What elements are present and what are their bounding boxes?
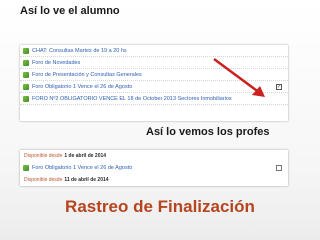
chat-icon: [23, 47, 29, 54]
teacher-view-caption: Así lo vemos los profes: [146, 126, 270, 138]
forum-icon: [23, 95, 29, 102]
availability-note: Disponible desde 1 de abril de 2014: [20, 150, 288, 162]
completion-checkbox[interactable]: ✓: [276, 83, 282, 90]
forum-icon: [23, 165, 29, 171]
availability-note: Disponible desde 11 de abril de 2014: [20, 174, 288, 186]
red-arrow-icon: [213, 57, 265, 97]
activity-link[interactable]: CHAT: Consultas Martes de 19 a 20 hs: [32, 48, 288, 54]
completion-checkbox[interactable]: [276, 165, 282, 171]
student-view-caption: Así lo ve el alumno: [20, 5, 120, 17]
activity-row-mandatory-forum-1[interactable]: Foro Obligatorio 1 Vence el 26 de Agosto: [20, 162, 288, 174]
forum-icon: [23, 59, 29, 66]
availability-label: Disponible desde: [24, 177, 63, 183]
availability-date: 11 de abril de 2014: [64, 177, 109, 183]
forum-icon: [23, 83, 29, 90]
availability-date: 1 de abril de 2014: [64, 153, 107, 159]
forum-icon: [23, 71, 29, 78]
teacher-activity-list: Disponible desde 1 de abril de 2014 Foro…: [20, 150, 288, 186]
availability-label: Disponible desde: [24, 153, 63, 159]
activity-link[interactable]: Foro Obligatorio 1 Vence el 26 de Agosto: [32, 165, 276, 171]
slide-title: Rastreo de Finalización: [65, 197, 255, 216]
